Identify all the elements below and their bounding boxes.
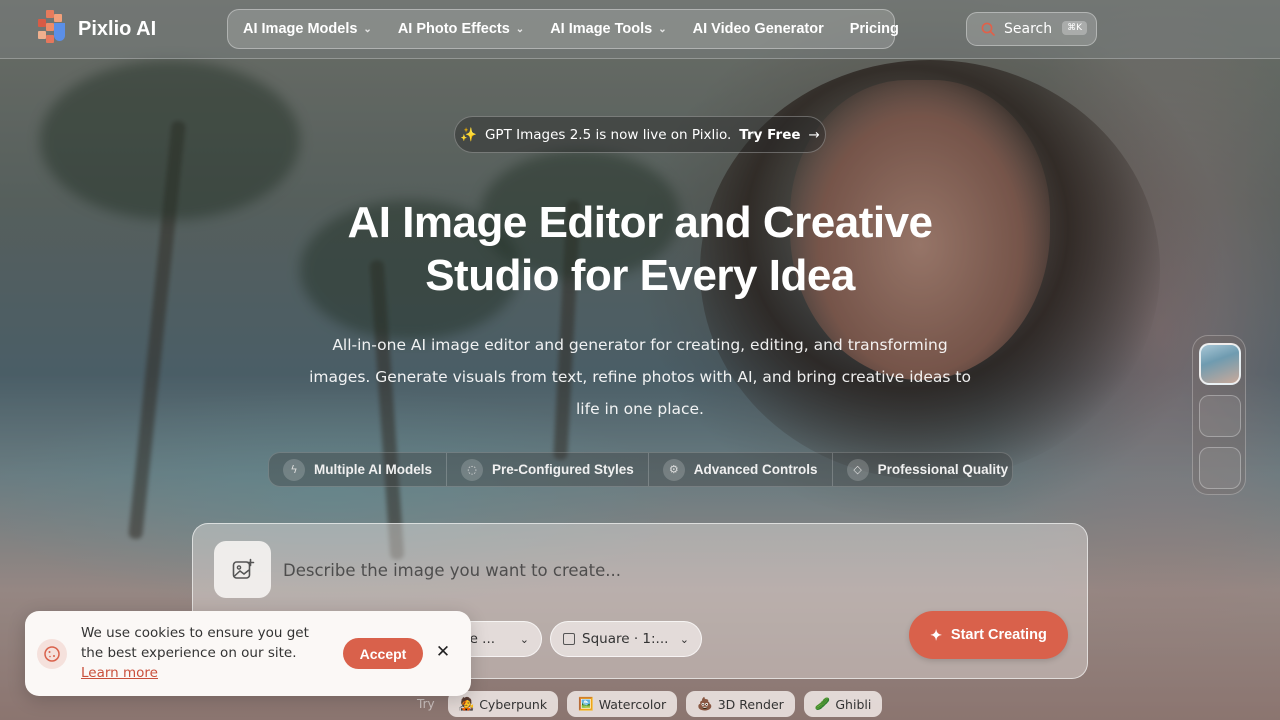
background-thumbnail-3[interactable] xyxy=(1199,447,1241,489)
background-thumbnail-1[interactable] xyxy=(1199,343,1241,385)
arrow-right-icon: → xyxy=(808,126,820,143)
aspect-ratio-value: Square · 1:... xyxy=(582,631,669,647)
search-button[interactable]: Search ⌘K xyxy=(966,12,1097,46)
announcement-banner[interactable]: ✨ GPT Images 2.5 is now live on Pixlio. … xyxy=(454,116,826,153)
menu-item-label: AI Image Tools xyxy=(550,21,653,37)
menu-item-label: Pricing xyxy=(849,21,899,37)
menu-pricing[interactable]: Pricing xyxy=(850,21,899,37)
prompt-input[interactable] xyxy=(283,557,1043,583)
start-creating-button[interactable]: ✦ Start Creating xyxy=(909,611,1068,659)
watercolor-emoji-icon: 🖼️ xyxy=(578,696,594,711)
chip-label: Watercolor xyxy=(598,696,667,712)
search-icon xyxy=(981,22,995,36)
cookie-message: We use cookies to ensure you get the bes… xyxy=(81,623,331,683)
feature-strip: ϟ Multiple AI Models ◌ Pre-Configured St… xyxy=(268,452,1013,487)
menu-ai-video-generator[interactable]: AI Video Generator xyxy=(693,21,824,37)
menu-ai-image-tools[interactable]: AI Image Tools ⌄ xyxy=(550,21,666,37)
settings-icon: ⚙ xyxy=(662,458,685,481)
hero-title-line2: Studio for Every Idea xyxy=(425,251,855,300)
start-creating-label: Start Creating xyxy=(950,627,1047,643)
cookie-banner: We use cookies to ensure you get the bes… xyxy=(25,611,471,696)
ghibli-emoji-icon: 🥒 xyxy=(814,696,831,711)
try-label: Try xyxy=(417,697,435,711)
announcement-cta[interactable]: Try Free xyxy=(739,127,800,143)
cookie-icon xyxy=(37,639,67,669)
style-chip-watercolor[interactable]: 🖼️ Watercolor xyxy=(567,691,678,717)
menu-item-label: AI Photo Effects xyxy=(397,21,510,37)
chip-label: 3D Render xyxy=(717,696,784,712)
main-menu: AI Image Models ⌄ AI Photo Effects ⌄ AI … xyxy=(227,9,899,49)
background-thumbnail-2[interactable] xyxy=(1199,395,1241,437)
chip-label: Ghibli xyxy=(835,696,872,712)
background-thumbnail-switcher xyxy=(1192,335,1246,495)
brand-name: Pixlio AI xyxy=(78,17,157,40)
top-navigation: Pixlio AI AI Image Models ⌄ AI Photo Eff… xyxy=(0,0,1280,59)
feature-label: Pre-Configured Styles xyxy=(492,462,634,477)
chevron-down-icon: ⌄ xyxy=(519,632,529,646)
cookie-text: We use cookies to ensure you get the bes… xyxy=(81,625,309,661)
search-label: Search xyxy=(1004,21,1053,37)
hero-subtitle: All-in-one AI image editor and generator… xyxy=(309,336,971,418)
feature-multiple-ai-models: ϟ Multiple AI Models xyxy=(269,453,447,486)
hero-title-line1: AI Image Editor and Creative xyxy=(347,198,933,247)
sparkle-icon: ✨ xyxy=(460,126,477,143)
render-emoji-icon: 💩 xyxy=(697,696,713,711)
style-chip-cyberpunk[interactable]: 🧑‍🎤 Cyberpunk xyxy=(447,691,559,717)
chevron-down-icon: ⌄ xyxy=(363,23,372,35)
feature-label: Multiple AI Models xyxy=(314,462,432,477)
image-add-icon xyxy=(232,558,254,579)
close-icon[interactable]: ✕ xyxy=(433,642,453,662)
feature-advanced-controls: ⚙ Advanced Controls xyxy=(649,453,833,486)
hero-title: AI Image Editor and Creative Studio for … xyxy=(290,196,990,302)
menu-item-label: AI Video Generator xyxy=(692,21,824,37)
search-shortcut-badge: ⌘K xyxy=(1062,21,1087,35)
chip-label: Cyberpunk xyxy=(479,696,548,712)
palette-icon: ◌ xyxy=(461,458,483,481)
aspect-ratio-icon xyxy=(563,633,575,645)
menu-item-label: AI Image Models xyxy=(243,21,358,37)
bolt-icon: ϟ xyxy=(283,458,305,481)
learn-more-link[interactable]: Learn more xyxy=(81,663,158,683)
sparkles-icon: ✦ xyxy=(930,626,942,643)
aspect-ratio-select[interactable]: Square · 1:... ⌄ xyxy=(550,621,702,657)
accept-cookies-button[interactable]: Accept xyxy=(343,638,423,669)
style-chip-ghibli[interactable]: 🥒 Ghibli xyxy=(803,691,883,717)
feature-pre-configured-styles: ◌ Pre-Configured Styles xyxy=(447,453,649,486)
menu-ai-photo-effects[interactable]: AI Photo Effects ⌄ xyxy=(398,21,524,37)
feature-label: Professional Quality xyxy=(877,462,1009,477)
brand-logo[interactable]: Pixlio AI xyxy=(37,10,156,48)
diamond-icon: ◇ xyxy=(846,458,869,481)
feature-label: Advanced Controls xyxy=(693,462,818,477)
style-chip-3d-render[interactable]: 💩 3D Render xyxy=(686,691,795,717)
image-upload-button[interactable] xyxy=(214,541,271,598)
announcement-text: GPT Images 2.5 is now live on Pixlio. xyxy=(484,126,732,143)
cyberpunk-emoji-icon: 🧑‍🎤 xyxy=(458,696,475,711)
chevron-down-icon: ⌄ xyxy=(515,23,525,35)
chevron-down-icon: ⌄ xyxy=(658,23,667,35)
menu-ai-image-models[interactable]: AI Image Models ⌄ xyxy=(243,21,372,37)
chevron-down-icon: ⌄ xyxy=(679,632,689,646)
style-suggestions: Try 🧑‍🎤 Cyberpunk 🖼️ Watercolor 💩 3D Ren… xyxy=(417,691,883,717)
pixlio-logo-icon xyxy=(37,10,69,48)
feature-professional-quality: ◇ Professional Quality xyxy=(833,453,1023,486)
